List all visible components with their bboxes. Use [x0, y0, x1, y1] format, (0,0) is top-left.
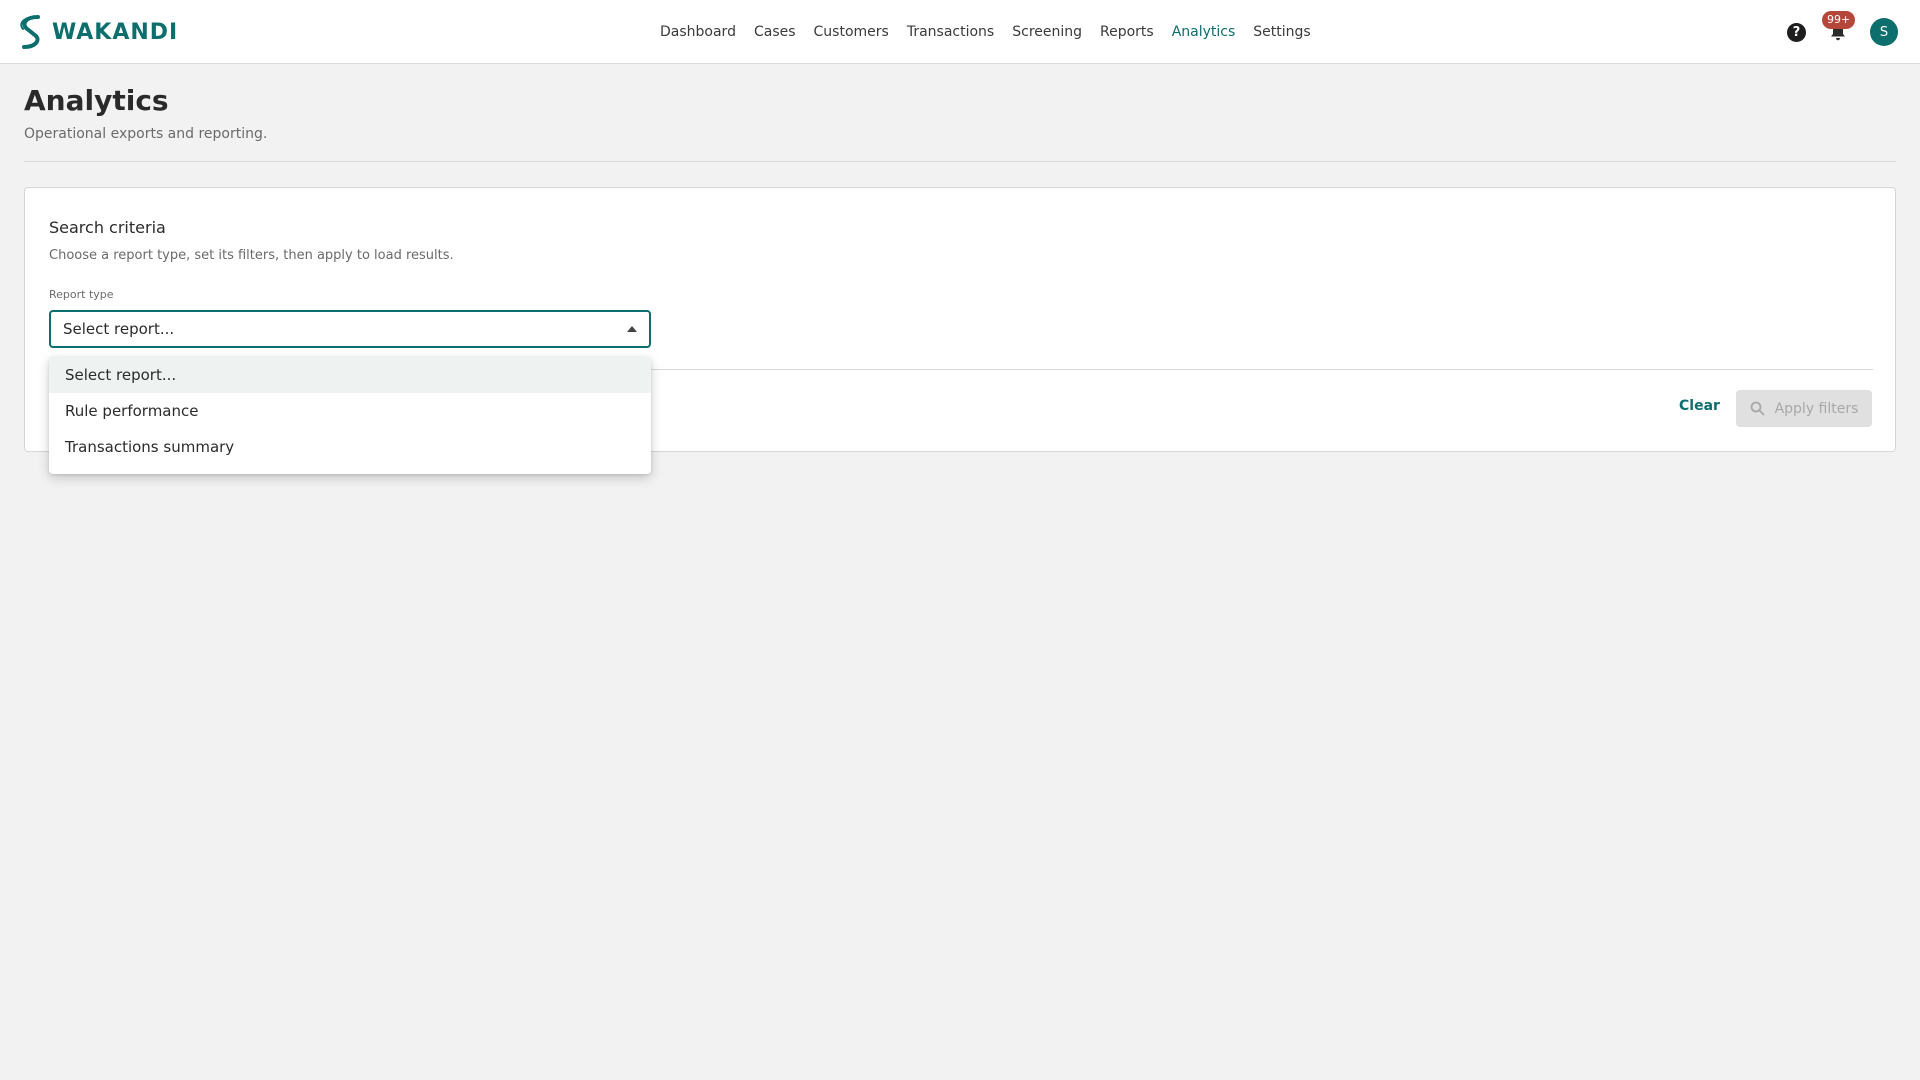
- question-circle-icon[interactable]: ?: [1787, 22, 1806, 42]
- apply-filters-label: Apply filters: [1774, 400, 1859, 417]
- logo-mark-icon: [20, 15, 40, 49]
- report-type-dropdown: Select report... Rule performance Transa…: [49, 357, 651, 474]
- main-nav: Dashboard Cases Customers Transactions S…: [660, 0, 1311, 64]
- top-navigation-bar: WAKANDI Dashboard Cases Customers Transa…: [0, 0, 1920, 64]
- nav-item-customers[interactable]: Customers: [814, 24, 889, 40]
- page-subtitle: Operational exports and reporting.: [24, 126, 268, 142]
- report-type-value: Select report...: [63, 320, 175, 338]
- notifications-button[interactable]: 99+: [1822, 11, 1856, 43]
- option-select-report[interactable]: Select report...: [49, 357, 651, 393]
- nav-item-analytics[interactable]: Analytics: [1172, 24, 1236, 40]
- card-description: Choose a report type, set its filters, t…: [49, 248, 454, 263]
- search-icon: [1750, 401, 1764, 416]
- caret-up-icon: [627, 326, 637, 332]
- option-transactions-summary[interactable]: Transactions summary: [49, 429, 651, 465]
- nav-item-transactions[interactable]: Transactions: [907, 24, 994, 40]
- clear-button[interactable]: Clear: [1679, 398, 1720, 414]
- user-avatar[interactable]: S: [1870, 18, 1898, 46]
- report-type-select[interactable]: Select report...: [49, 310, 651, 348]
- nav-item-settings[interactable]: Settings: [1253, 24, 1310, 40]
- report-type-label: Report type: [49, 288, 114, 301]
- logo-text: WAKANDI: [52, 19, 179, 45]
- apply-filters-button[interactable]: Apply filters: [1736, 390, 1872, 427]
- option-rule-performance[interactable]: Rule performance: [49, 393, 651, 429]
- notification-badge: 99+: [1822, 11, 1856, 29]
- nav-item-dashboard[interactable]: Dashboard: [660, 24, 736, 40]
- top-actions: ? 99+ S: [1787, 0, 1898, 64]
- card-title: Search criteria: [49, 218, 166, 237]
- wakandi-logo[interactable]: WAKANDI: [16, 14, 178, 50]
- page-title: Analytics: [24, 84, 169, 117]
- nav-item-screening[interactable]: Screening: [1012, 24, 1082, 40]
- nav-item-reports[interactable]: Reports: [1100, 24, 1154, 40]
- nav-item-cases[interactable]: Cases: [754, 24, 796, 40]
- page-divider: [24, 161, 1896, 162]
